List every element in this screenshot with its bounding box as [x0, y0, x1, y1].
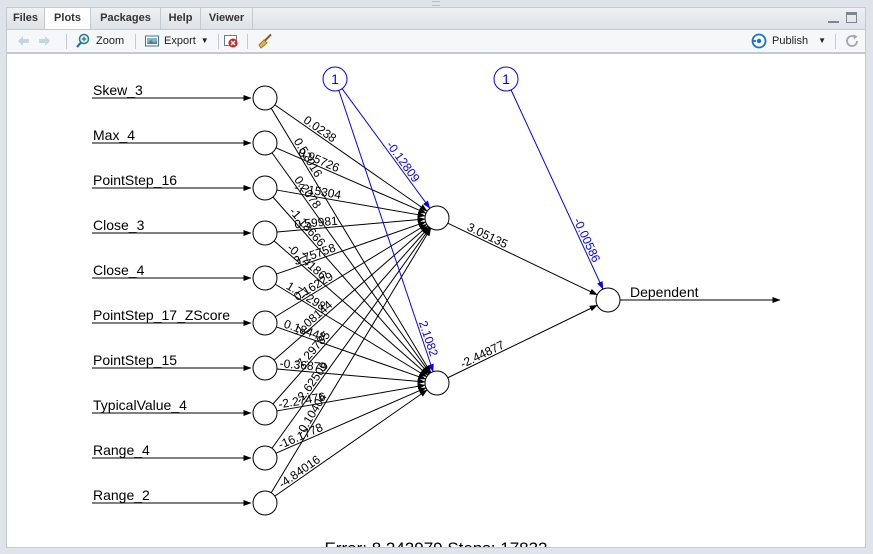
- input-label-2: Max_4: [93, 127, 135, 143]
- tab-files[interactable]: Files: [7, 8, 45, 29]
- tab-help[interactable]: Help: [161, 8, 201, 29]
- broom-icon[interactable]: [257, 33, 273, 49]
- input-label-8: TypicalValue_4: [93, 397, 187, 413]
- refresh-icon[interactable]: [844, 33, 860, 49]
- tab-viewer[interactable]: Viewer: [201, 8, 253, 29]
- bias-weight-label-hidden-1: -0.12809: [383, 138, 423, 185]
- bias-node-label-2: 1: [502, 71, 510, 87]
- zoom-icon: [75, 33, 91, 49]
- tab-packages[interactable]: Packages: [91, 8, 161, 29]
- plot-footer-error-steps: Error: 8.242979 Steps: 17832: [324, 539, 547, 547]
- input-node-9: [252, 445, 278, 471]
- maximize-pane-button[interactable]: [846, 12, 857, 23]
- minimize-pane-button[interactable]: [828, 14, 839, 23]
- publish-button[interactable]: Publish ▼: [751, 33, 826, 49]
- plots-toolbar: Zoom Export ▼ Publish ▼: [6, 29, 866, 53]
- output-label: Dependent: [630, 284, 699, 300]
- input-label-3: PointStep_16: [93, 172, 177, 188]
- zoom-label: Zoom: [96, 35, 125, 47]
- chevron-down-icon: ▼: [818, 36, 826, 45]
- forward-arrow-icon[interactable]: [37, 33, 53, 49]
- bias-weight-label-output: -0.00586: [571, 216, 604, 265]
- input-label-10: Range_2: [93, 487, 150, 503]
- chevron-down-icon: ▼: [200, 36, 209, 45]
- output-node: [595, 287, 621, 313]
- weight-label-hidden-2-output: -2.44877: [458, 338, 507, 371]
- input-node-5: [252, 265, 278, 291]
- weight-label-input-4-hidden-1: 0.59981: [294, 214, 339, 232]
- input-label-4: Close_3: [93, 217, 145, 233]
- toolbar-separator: [247, 34, 248, 49]
- input-node-3: [252, 175, 278, 201]
- toolbar-separator: [135, 34, 136, 49]
- neural-network-plot: 0.02380.520160.957260.2078-7.15304-1.186…: [92, 66, 781, 547]
- plot-area: 0.0238 0.52016 0.95726 0.2078 -7.15304 -1.186…: [6, 53, 866, 548]
- hidden-node-2: [424, 370, 450, 396]
- back-arrow-icon[interactable]: [15, 33, 31, 49]
- input-label-9: Range_4: [93, 442, 150, 458]
- bias-node-label-1: 1: [331, 71, 339, 87]
- input-node-7: [252, 355, 278, 381]
- pane-resize-grip[interactable]: [432, 1, 440, 6]
- publish-label: Publish: [772, 35, 809, 47]
- export-label: Export: [164, 35, 196, 47]
- input-label-6: PointStep_17_ZScore: [93, 307, 230, 323]
- input-label-7: PointStep_15: [93, 352, 177, 368]
- hidden-node-1: [424, 205, 450, 231]
- export-button[interactable]: Export ▼: [144, 33, 209, 49]
- tab-plots[interactable]: Plots: [45, 8, 91, 30]
- input-node-1: [252, 85, 278, 111]
- input-label-5: Close_4: [93, 262, 145, 278]
- input-node-2: [252, 130, 278, 156]
- weight-label-input-10-hidden-2: -4.84016: [276, 452, 323, 491]
- input-node-6: [252, 310, 278, 336]
- bias-weight-label-hidden-2: 2.1082: [416, 319, 441, 359]
- pane-tab-bar: Files Plots Packages Help Viewer: [6, 7, 866, 30]
- input-label-1: Skew_3: [93, 82, 143, 98]
- export-icon: [144, 33, 160, 49]
- input-node-10: [252, 490, 278, 516]
- input-node-4: [252, 220, 278, 246]
- toolbar-separator: [66, 34, 67, 49]
- publish-icon: [751, 33, 767, 49]
- zoom-button[interactable]: Zoom: [75, 33, 124, 49]
- toolbar-separator: [835, 34, 836, 49]
- toolbar-separator: [218, 34, 219, 49]
- weight-label-hidden-1-output: 3.05135: [465, 220, 510, 252]
- remove-plot-icon[interactable]: [223, 33, 239, 49]
- input-node-8: [252, 400, 278, 426]
